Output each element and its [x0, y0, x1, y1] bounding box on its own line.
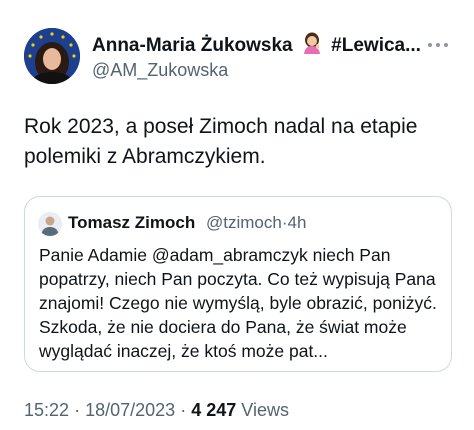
author-avatar[interactable]	[24, 28, 80, 84]
tweet: Anna-Maria Żukowska #Lewica... @AM_Zukow…	[0, 0, 474, 430]
quote-time: 4h	[287, 213, 307, 232]
views-label: Views	[241, 400, 289, 420]
quote-meta: @tzimoch·4h	[206, 213, 306, 233]
more-icon[interactable]	[424, 38, 452, 52]
tweet-footer: 15:22 · 18/07/2023 · 4 247 Views	[24, 400, 289, 421]
author-display-name: Anna-Maria Żukowska	[92, 35, 293, 56]
tweet-time[interactable]: 15:22	[24, 400, 69, 420]
quote-author-name: Tomasz Zimoch	[68, 213, 196, 232]
author-handle[interactable]: @AM_Zukowska	[92, 60, 228, 81]
footer-separator: ·	[180, 400, 187, 420]
tweet-date[interactable]: 18/07/2023	[85, 400, 175, 420]
views-count: 4 247	[191, 400, 237, 420]
woman-tipping-hand-emoji-icon	[302, 32, 322, 60]
footer-separator: ·	[74, 400, 81, 420]
quote-author-handle: @tzimoch	[206, 213, 282, 232]
quote-author-avatar	[38, 212, 62, 236]
tweet-text: Rok 2023, a poseł Zimoch nadal na etapie…	[24, 115, 418, 168]
author-tag: #Lewica...	[331, 35, 421, 56]
quote-text: Panie Adamie @adam_abramczyk niech Pan p…	[39, 245, 437, 361]
quoted-tweet[interactable]: Tomasz Zimoch @tzimoch·4h Panie Adamie @…	[24, 196, 452, 372]
author-name[interactable]: Anna-Maria Żukowska #Lewica...	[92, 32, 421, 60]
